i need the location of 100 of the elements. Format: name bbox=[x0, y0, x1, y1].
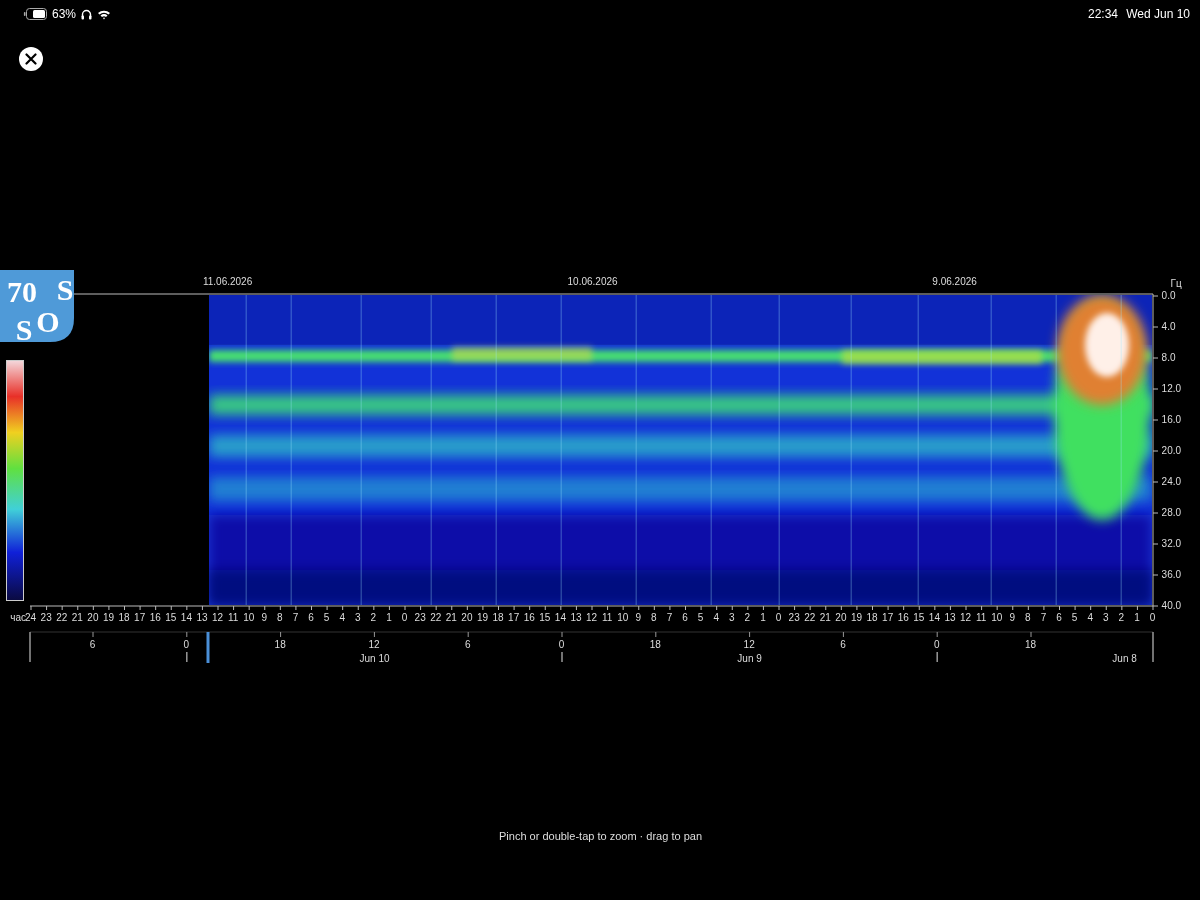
x-tick-label: 13 bbox=[196, 612, 208, 623]
battery-percent: 63% bbox=[52, 7, 77, 21]
x-tick-label: 14 bbox=[554, 612, 566, 623]
x-tick-label: 9 bbox=[635, 612, 642, 623]
x-tick-label: 21 bbox=[819, 612, 831, 623]
y-tick-label: 0.0 bbox=[1161, 290, 1176, 301]
time-tick-label: 0 bbox=[183, 639, 190, 650]
x-tick-label: 15 bbox=[539, 612, 551, 623]
time-tick-label: 6 bbox=[465, 639, 471, 650]
logo-letter: S bbox=[15, 313, 33, 346]
x-tick-label: 16 bbox=[897, 612, 909, 623]
x-tick-label: 8 bbox=[1025, 612, 1031, 623]
x-tick-label: 18 bbox=[492, 612, 504, 623]
x-tick-label: 5 bbox=[697, 612, 704, 623]
x-tick-label: 6 bbox=[682, 612, 688, 623]
time-tick-label: 18 bbox=[649, 639, 661, 650]
x-tick-label: 18 bbox=[118, 612, 130, 623]
x-tick-label: 0 bbox=[775, 612, 782, 623]
time-tick-label: 12 bbox=[743, 639, 755, 650]
x-tick-label: 16 bbox=[149, 612, 161, 623]
x-tick-label: 10 bbox=[991, 612, 1003, 623]
x-tick-label: 0 bbox=[401, 612, 408, 623]
x-tick-label: 8 bbox=[277, 612, 283, 623]
date-label: 9.06.2026 bbox=[932, 276, 977, 287]
x-tick-label: 9 bbox=[1009, 612, 1016, 623]
x-tick-label: 4 bbox=[1087, 612, 1093, 623]
x-tick-label: 3 bbox=[1103, 612, 1109, 623]
x-tick-label: 11 bbox=[227, 612, 239, 623]
time-tick-label: 0 bbox=[934, 639, 940, 650]
x-tick-label: 12 bbox=[212, 612, 224, 623]
timeline-cursor[interactable] bbox=[206, 632, 210, 663]
close-icon bbox=[25, 53, 37, 65]
x-tick-label: 4 bbox=[713, 612, 719, 623]
x-tick-label: 12 bbox=[960, 612, 972, 623]
battery-icon bbox=[23, 8, 47, 20]
x-tick-label: 3 bbox=[355, 612, 361, 623]
x-tick-label: 20 bbox=[87, 612, 99, 623]
x-tick-label: 3 bbox=[729, 612, 735, 623]
x-tick-label: 2 bbox=[1118, 612, 1125, 623]
time-tick-label: 18 bbox=[1025, 639, 1037, 650]
y-tick-label: 28.0 bbox=[1161, 507, 1182, 518]
close-button[interactable] bbox=[19, 47, 43, 71]
axis-unit: Гц bbox=[1170, 278, 1182, 289]
x-tick-label: 1 bbox=[386, 612, 392, 623]
x-tick-label: 11 bbox=[601, 612, 613, 623]
x-tick-label: 0 bbox=[1149, 612, 1156, 623]
x-tick-label: 13 bbox=[944, 612, 956, 623]
date-label: 11.06.2026 bbox=[202, 276, 253, 287]
x-tick-label: 14 bbox=[180, 612, 192, 623]
time-tick-label: 12 bbox=[368, 639, 380, 650]
time-tick-label: 6 bbox=[840, 639, 846, 650]
logo-letter: O bbox=[36, 305, 60, 338]
x-tick-label: 23 bbox=[40, 612, 52, 623]
y-tick-label: 4.0 bbox=[1161, 321, 1176, 332]
time-tick-label: 6 bbox=[89, 639, 96, 650]
x-tick-label: 2 bbox=[744, 612, 751, 623]
date-label: 10.06.2026 bbox=[567, 276, 618, 287]
y-tick-label: 40.0 bbox=[1161, 600, 1182, 611]
x-tick-label: 24 bbox=[25, 612, 37, 623]
axis-unit: час bbox=[10, 612, 26, 623]
y-tick-label: 12.0 bbox=[1161, 383, 1182, 394]
clock: 22:34 bbox=[1088, 7, 1119, 21]
x-tick-label: 17 bbox=[508, 612, 520, 623]
x-tick-label: 7 bbox=[1040, 612, 1047, 623]
x-tick-label: 4 bbox=[339, 612, 345, 623]
x-tick-label: 18 bbox=[866, 612, 878, 623]
x-tick-label: 15 bbox=[913, 612, 925, 623]
x-tick-label: 10 bbox=[617, 612, 629, 623]
time-tick-label: 18 bbox=[274, 639, 286, 650]
time-tick-label: 0 bbox=[558, 639, 565, 650]
date-label: Jun 8 bbox=[1112, 653, 1137, 664]
x-tick-label: 22 bbox=[804, 612, 816, 623]
wifi-icon bbox=[97, 8, 112, 20]
x-tick-label: 20 bbox=[835, 612, 847, 623]
x-tick-label: 19 bbox=[850, 612, 863, 623]
x-tick-label: 7 bbox=[666, 612, 673, 623]
y-tick-label: 36.0 bbox=[1161, 569, 1182, 580]
x-tick-label: 1 bbox=[760, 612, 766, 623]
x-tick-label: 21 bbox=[71, 612, 83, 623]
y-tick-label: 8.0 bbox=[1161, 352, 1176, 363]
y-tick-label: 20.0 bbox=[1161, 445, 1182, 456]
logo-letter: S bbox=[56, 273, 74, 306]
x-tick-label: 17 bbox=[882, 612, 894, 623]
x-tick-label: 5 bbox=[1071, 612, 1078, 623]
x-tick-label: 19 bbox=[476, 612, 489, 623]
logo-letter: 70 bbox=[7, 275, 37, 308]
gesture-hint: Pinch or double-tap to zoom · drag to pan bbox=[498, 830, 702, 842]
x-tick-label: 21 bbox=[445, 612, 457, 623]
y-tick-label: 32.0 bbox=[1161, 538, 1182, 549]
x-tick-label: 19 bbox=[102, 612, 115, 623]
date: Wed Jun 10 bbox=[1126, 7, 1190, 21]
x-tick-label: 1 bbox=[1134, 612, 1140, 623]
x-tick-label: 13 bbox=[570, 612, 582, 623]
x-tick-label: 20 bbox=[461, 612, 473, 623]
x-tick-label: 16 bbox=[523, 612, 535, 623]
x-tick-label: 5 bbox=[323, 612, 330, 623]
y-tick-label: 24.0 bbox=[1161, 476, 1182, 487]
x-tick-label: 2 bbox=[370, 612, 377, 623]
x-tick-label: 9 bbox=[261, 612, 268, 623]
headphones-icon bbox=[81, 8, 93, 20]
